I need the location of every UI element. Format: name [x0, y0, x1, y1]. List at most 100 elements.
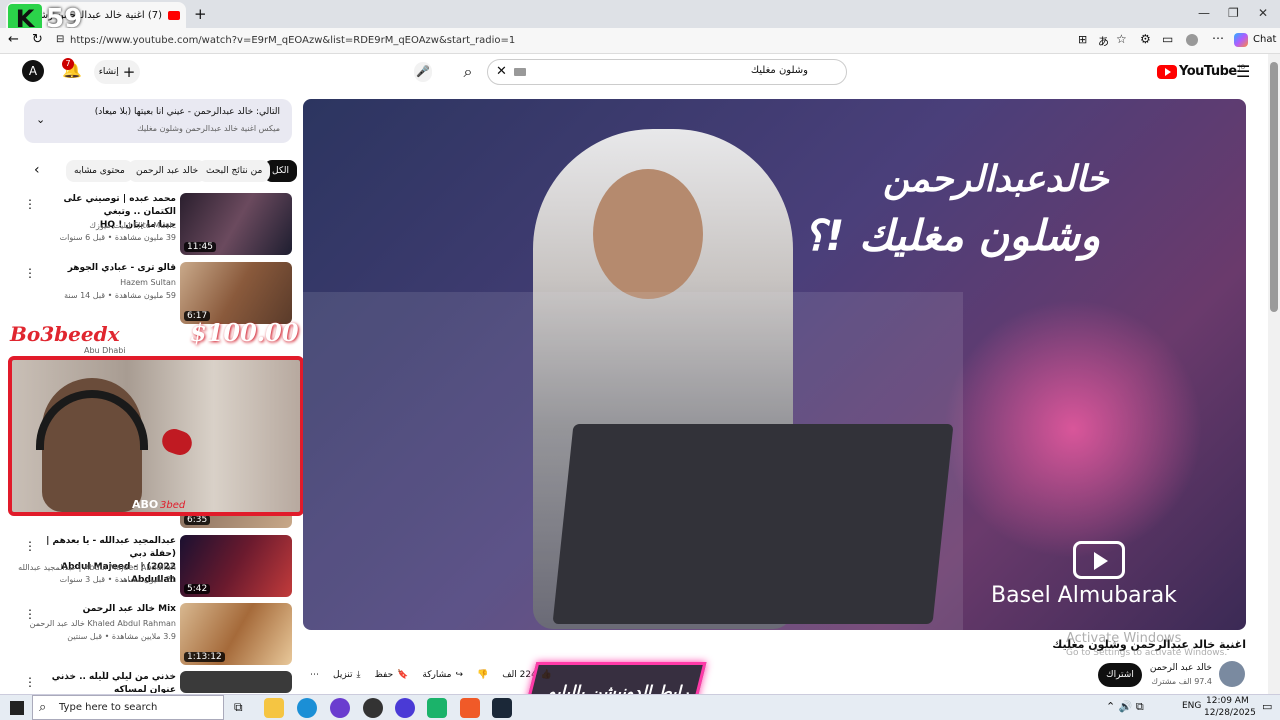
voice-search-icon[interactable]: 🎤: [414, 62, 432, 82]
play-icon[interactable]: [1073, 541, 1125, 579]
activate-windows-title: Activate Windows: [1066, 631, 1182, 646]
screen-overlay: [303, 292, 963, 630]
video-player[interactable]: خالدعبدالرحمن وشلون مغليك !؟ Basel Almub…: [303, 99, 1246, 630]
video-thumbnail[interactable]: 6:17: [180, 262, 292, 324]
list-item[interactable]: ⋮ 5:42 عبدالمجيد عبدالله - يا بعدهم | (ح…: [18, 535, 294, 599]
search-button[interactable]: ⌕: [452, 59, 484, 85]
clock-date[interactable]: 12/28/2025: [1204, 708, 1256, 718]
channel-name[interactable]: خالد عبد الرحمن: [1150, 663, 1212, 673]
app-icon-4[interactable]: [427, 698, 447, 718]
stage-light: [943, 299, 1203, 559]
save-button[interactable]: 🔖 حفظ: [375, 670, 409, 680]
autoplay-next-card[interactable]: ⌄ التالي: خالد عبدالرحمن - عيني انا بعيت…: [24, 99, 292, 143]
steam-icon[interactable]: [492, 698, 512, 718]
new-tab-icon[interactable]: +: [194, 5, 207, 23]
donor-name: Bo3beedx: [10, 322, 120, 346]
cam-label: ABO: [132, 498, 159, 511]
chat-label[interactable]: Chat: [1253, 34, 1276, 45]
chip-related[interactable]: محتوى مشابه: [66, 160, 133, 182]
create-label: إنشاء: [98, 67, 119, 77]
video-title[interactable]: قالو ترى - عبادي الجوهر: [31, 262, 176, 275]
create-button[interactable]: إنشاء +: [94, 60, 140, 84]
minimize-icon[interactable]: —: [1198, 6, 1210, 20]
dislike-button[interactable]: 👎: [477, 670, 488, 680]
url-field[interactable]: https://www.youtube.com/watch?v=E9rM_qEO…: [70, 32, 1070, 50]
more-actions-icon[interactable]: ⋯: [310, 670, 319, 680]
edge-icon[interactable]: [297, 698, 317, 718]
chip-khaled[interactable]: خالد عبد الرحمن: [128, 160, 207, 182]
task-view-icon[interactable]: ⧉: [234, 700, 243, 715]
singer-face: [593, 169, 703, 299]
avatar[interactable]: A: [22, 60, 44, 82]
video-watermark: Basel Almubarak: [991, 583, 1177, 608]
refresh-icon[interactable]: ↻: [32, 32, 43, 47]
scrollbar-thumb[interactable]: [1270, 62, 1278, 312]
video-thumbnail[interactable]: 5:42: [180, 535, 292, 597]
brave-icon[interactable]: [460, 698, 480, 718]
copilot-icon[interactable]: [1234, 33, 1248, 47]
webcam-feed: [12, 360, 300, 512]
back-icon[interactable]: ←: [8, 32, 19, 47]
app-icon-2[interactable]: [363, 698, 383, 718]
video-artist-title: خالدعبدالرحمن: [883, 159, 1109, 200]
profile-icon[interactable]: [1186, 34, 1198, 46]
chips-prev-icon[interactable]: ‹: [34, 162, 40, 178]
search-icon: ⌕: [463, 62, 473, 81]
download-button[interactable]: ⤓ تنزيل: [333, 670, 361, 680]
language-indicator[interactable]: ENG: [1182, 701, 1201, 711]
windows-taskbar: ⌕ Type here to search ⧉ ⌃ 🔊 ⧉ ENG 12:09 …: [0, 694, 1280, 720]
clock-time[interactable]: 12:09 AM: [1206, 696, 1249, 706]
tab-actions-icon[interactable]: ⊞: [1078, 33, 1087, 46]
hamburger-menu-icon[interactable]: ☰: [1236, 62, 1250, 81]
logo-text: YouTube: [1179, 64, 1237, 79]
app-icon-1[interactable]: [330, 698, 350, 718]
list-item[interactable]: ⋮ خذني من ليلي للّيله .. خذني عنوان لمسا…: [24, 671, 294, 693]
video-thumbnail[interactable]: [180, 671, 292, 693]
taskbar-search-placeholder: Type here to search: [59, 702, 158, 713]
taskbar-search[interactable]: ⌕ Type here to search: [32, 695, 224, 720]
search-input[interactable]: ✕ وشلون مغليك: [487, 59, 847, 85]
browser-tab-bar: ✕ (7) اغنية خالد عبدالرحمن وشلون مغليك +…: [0, 0, 1280, 34]
share-button[interactable]: ↪ مشاركة: [422, 670, 463, 680]
page-scrollbar[interactable]: [1268, 54, 1280, 694]
video-title[interactable]: Mix خالد عبد الرحمن: [31, 603, 176, 616]
split-screen-icon[interactable]: ▭: [1162, 32, 1173, 46]
hidden-channel: Abu Dhabi: [84, 346, 126, 355]
extensions-icon[interactable]: ⚙: [1140, 32, 1151, 46]
video-channel[interactable]: Abdul Majeed Abdullah | عبدالمجيد عبدالل…: [18, 563, 176, 572]
webcam-frame: ABO 3bed: [8, 356, 304, 516]
translate-icon[interactable]: あ: [1098, 33, 1109, 49]
app-icon-3[interactable]: [395, 698, 415, 718]
subscribe-button[interactable]: اشتراك: [1098, 663, 1142, 687]
video-title[interactable]: خذني من ليلي للّيله .. خذني عنوان لمساكه: [31, 671, 176, 693]
list-item[interactable]: ⋮ 1:13:12 Mix خالد عبد الرحمن Khaled Abd…: [24, 603, 294, 667]
video-thumbnail[interactable]: 11:45: [180, 193, 292, 255]
download-icon: ⤓: [356, 670, 361, 680]
channel-avatar[interactable]: [1219, 661, 1245, 687]
stream-alert: Bo3beedx $100.00 Abu Dhabi: [10, 318, 316, 358]
keyboard-icon[interactable]: [514, 68, 526, 76]
tray-icons[interactable]: ⌃ 🔊 ⧉: [1106, 700, 1144, 714]
maximize-icon[interactable]: ❐: [1228, 6, 1239, 20]
list-item[interactable]: ⋮ 6:17 قالو ترى - عبادي الجوهر Hazem Sul…: [24, 262, 294, 326]
duration-badge: 11:45: [184, 242, 216, 252]
notification-icon[interactable]: ▭: [1262, 700, 1272, 713]
close-window-icon[interactable]: ✕: [1258, 6, 1268, 20]
site-info-icon[interactable]: ⊟: [56, 34, 64, 45]
chip-search-results[interactable]: من نتائج البحث: [198, 160, 271, 182]
chevron-down-icon[interactable]: ⌄: [36, 113, 45, 126]
youtube-logo[interactable]: YouTube JO: [1157, 64, 1245, 79]
list-item[interactable]: ⋮ 11:45 محمد عبده | توصيني على الكتمان .…: [24, 193, 294, 257]
menu-dots-icon[interactable]: ⋯: [1212, 31, 1224, 45]
share-label: مشاركة: [422, 670, 452, 680]
video-channel[interactable]: Elite Music ايليت ميوزك: [89, 221, 176, 230]
video-channel[interactable]: Khaled Abdul Rahman خالد عبد الرحمن: [30, 619, 176, 628]
clear-search-icon[interactable]: ✕: [496, 64, 507, 79]
duration-badge: 5:42: [184, 584, 211, 594]
favorite-star-icon[interactable]: ☆: [1116, 32, 1127, 46]
video-channel[interactable]: Hazem Sultan: [120, 278, 176, 287]
video-thumbnail[interactable]: 1:13:12: [180, 603, 292, 665]
windows-start-icon[interactable]: [10, 701, 24, 715]
file-explorer-icon[interactable]: [264, 698, 284, 718]
duration-badge: 1:13:12: [184, 652, 225, 662]
